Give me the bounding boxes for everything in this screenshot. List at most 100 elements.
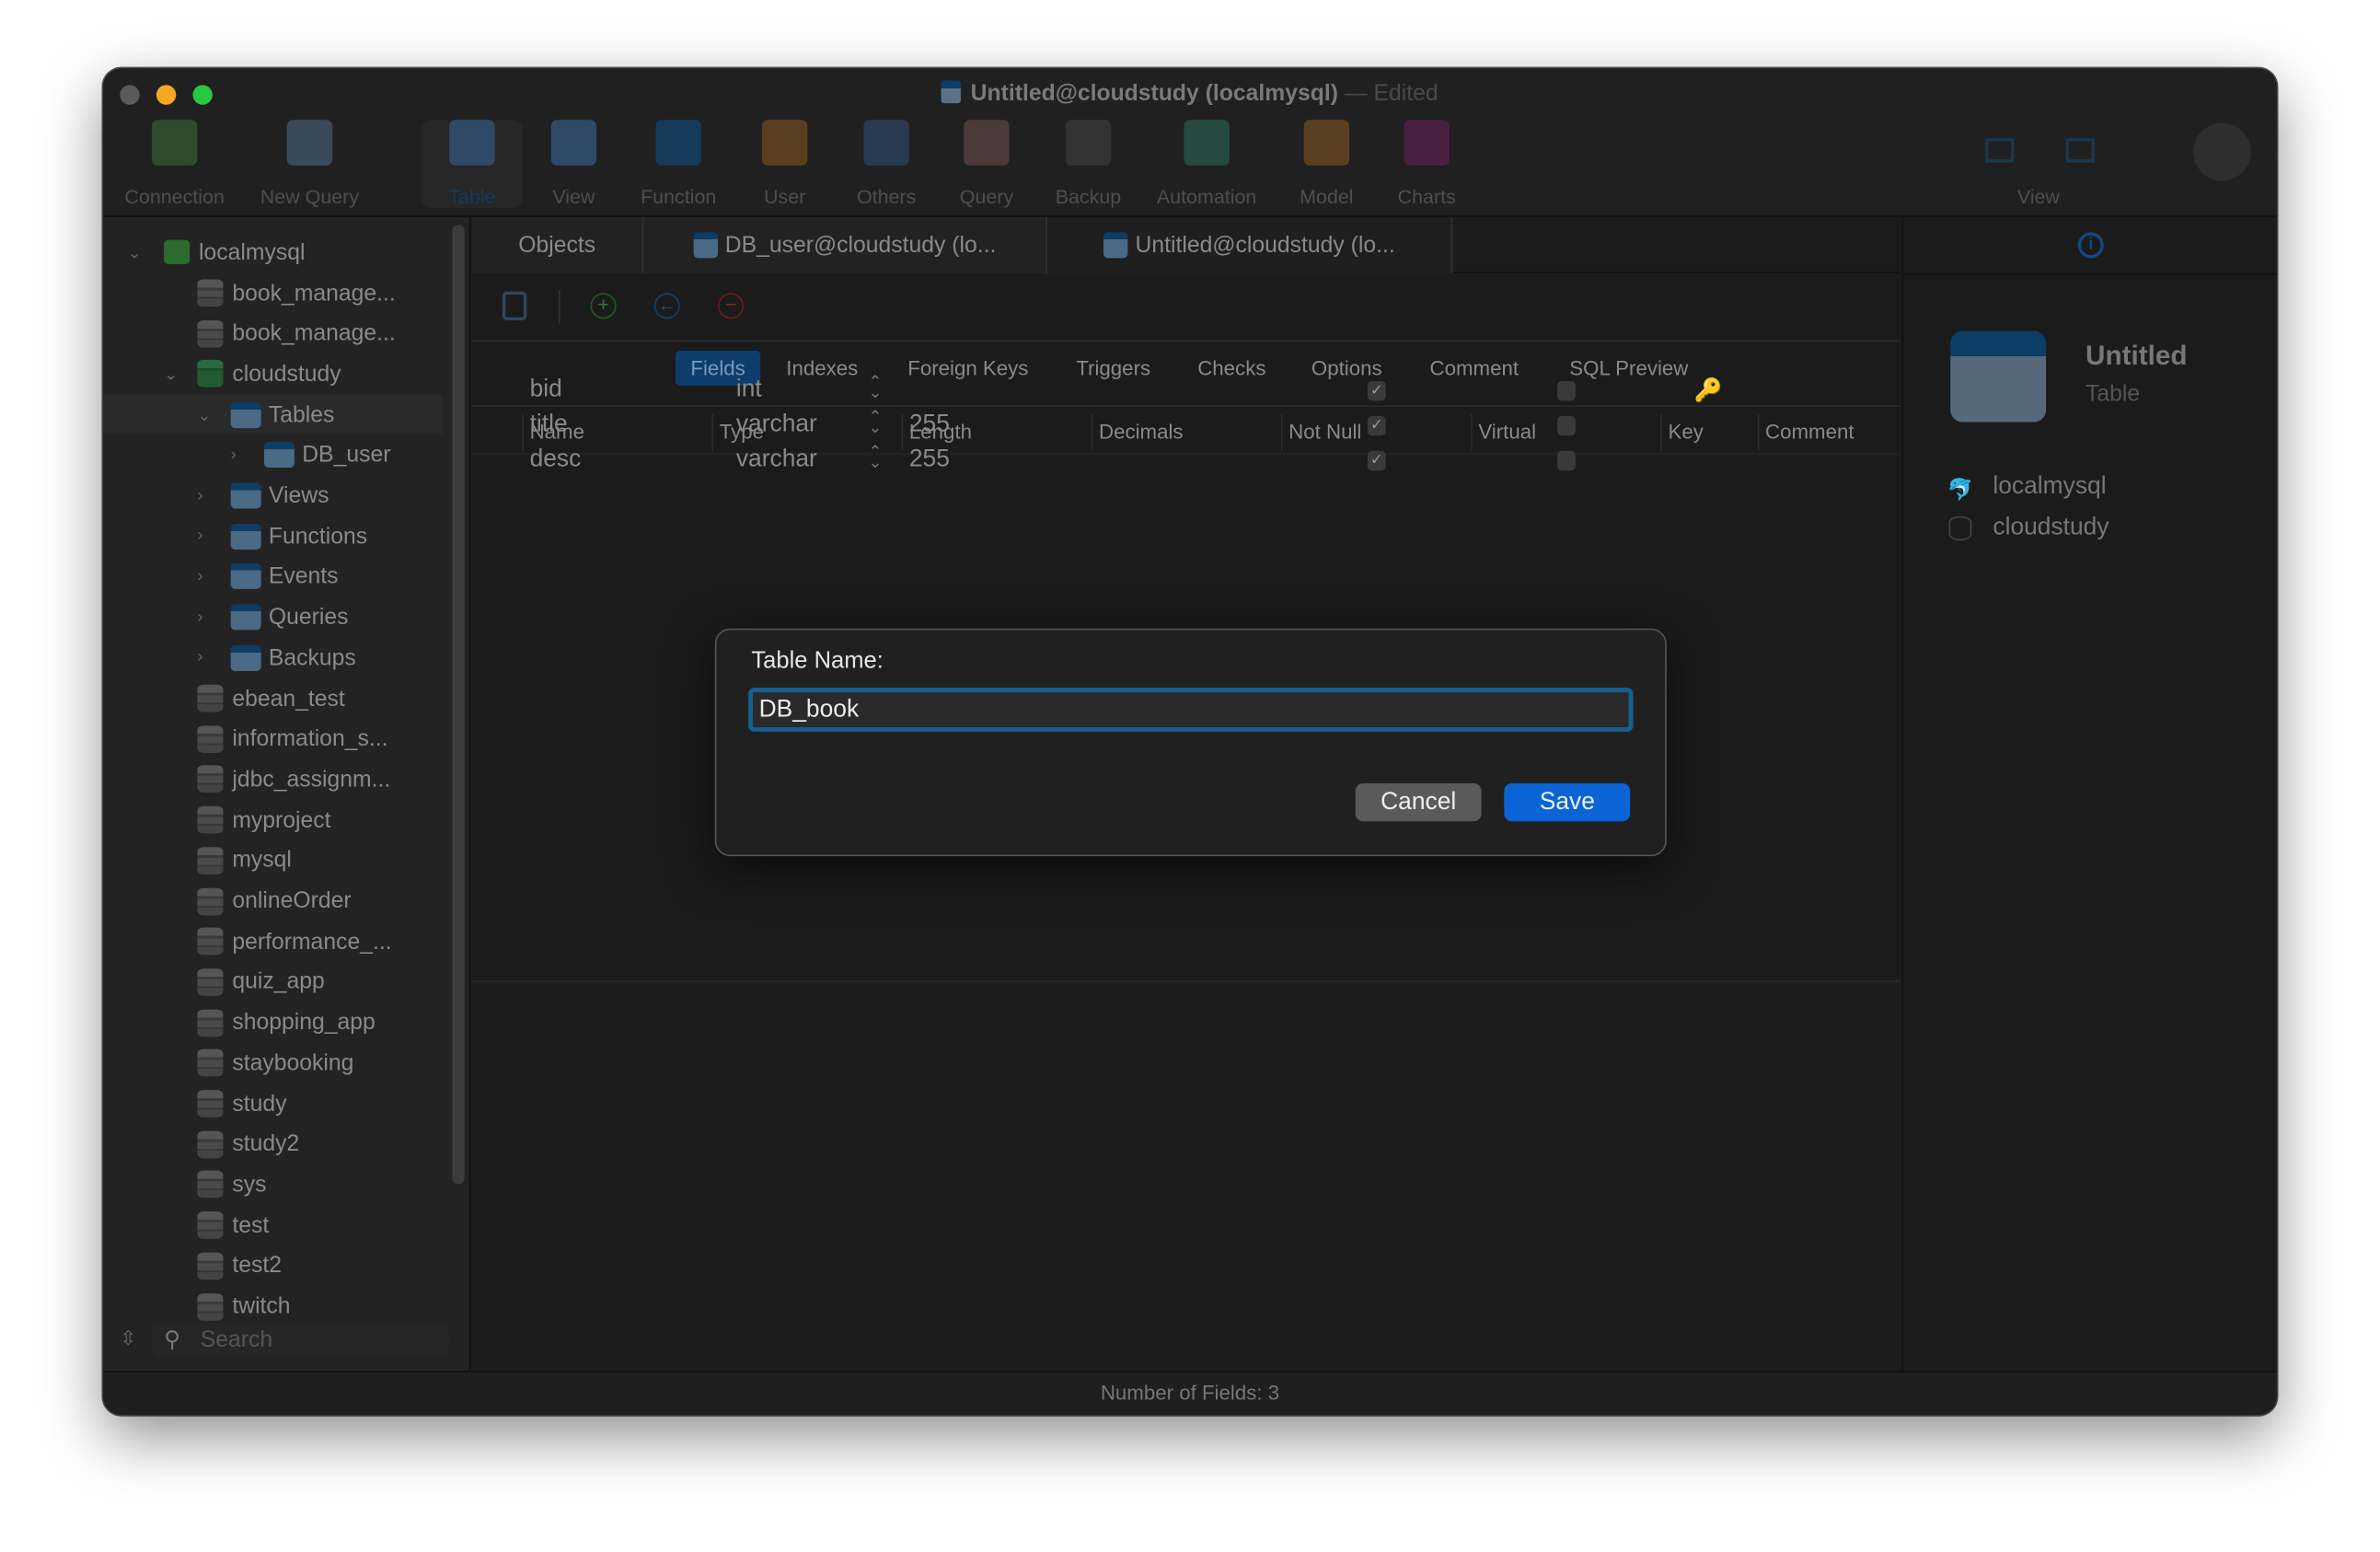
sidebar-scrollbar[interactable]	[452, 225, 465, 1185]
info-name: Untitled	[2085, 340, 2188, 371]
column-header-not-null[interactable]: Not Null	[1280, 414, 1361, 451]
tree-item[interactable]: myproject	[197, 802, 331, 839]
field-name[interactable]: bid	[530, 376, 562, 404]
tree-item[interactable]: onlineOrder	[197, 883, 352, 920]
column-header-comment[interactable]: Comment	[1757, 414, 1854, 451]
virtual-checkbox[interactable]	[1557, 380, 1576, 401]
tree-item[interactable]: shopping_app	[197, 1004, 375, 1041]
virtual-checkbox[interactable]	[1557, 415, 1576, 436]
tree-item[interactable]: › DB_user	[231, 437, 390, 474]
tree-item[interactable]: › Backups	[197, 640, 356, 677]
database-icon	[197, 927, 224, 956]
tree-item[interactable]: book_manage...	[197, 316, 396, 353]
field-name[interactable]: title	[530, 411, 568, 439]
right-sidebar-toggle-icon[interactable]	[2065, 138, 2095, 163]
tree-item[interactable]: performance_...	[197, 923, 392, 960]
save-button[interactable]: Save	[1504, 782, 1631, 822]
tree-item[interactable]: › Views	[197, 478, 329, 515]
tree-item[interactable]: test	[197, 1207, 269, 1244]
not-null-checkbox[interactable]: ✓	[1367, 450, 1386, 471]
tree-label: ebean_test	[232, 685, 345, 712]
tree-item[interactable]: ebean_test	[197, 680, 345, 717]
field-type[interactable]: varchar	[736, 411, 817, 439]
toolbar-connection-button[interactable]: Connection	[121, 120, 227, 208]
functions-icon	[230, 523, 261, 550]
subtab-indexes[interactable]: Indexes	[771, 351, 873, 386]
add-field-icon[interactable]: +	[590, 293, 617, 319]
column-header-decimals[interactable]: Decimals	[1091, 414, 1184, 451]
tree-item[interactable]: sys	[197, 1166, 266, 1203]
avatar-icon[interactable]	[2193, 122, 2251, 181]
toolbar-backup-button[interactable]: Backup	[1035, 120, 1141, 208]
not-null-checkbox[interactable]: ✓	[1367, 415, 1386, 436]
info-icon[interactable]: i	[2077, 232, 2104, 259]
left-sidebar-toggle-icon[interactable]	[1985, 138, 2015, 163]
tree-item[interactable]: jdbc_assignm...	[197, 761, 390, 798]
tree-item[interactable]: mysql	[197, 842, 292, 879]
tree-connection[interactable]: ⌄ localmysql	[121, 234, 306, 271]
database-icon	[197, 805, 224, 834]
tree-item[interactable]: › Functions	[197, 518, 367, 555]
field-name[interactable]: desc	[530, 446, 582, 474]
field-length[interactable]: 255	[909, 446, 950, 474]
toolbar-new-query-button[interactable]: New Query	[257, 120, 363, 208]
tree-item[interactable]: test2	[197, 1247, 282, 1284]
sidebar: ⌄ localmysql book_manage... book_manage... ⌄…	[103, 216, 471, 1372]
virtual-checkbox[interactable]	[1557, 450, 1576, 471]
tree-item[interactable]: quiz_app	[197, 964, 325, 1001]
tree-item[interactable]: information_s...	[197, 721, 387, 758]
toolbar-table-button[interactable]: Table	[419, 120, 525, 208]
toolbar-model-button[interactable]: Model	[1274, 120, 1380, 208]
backups-icon	[230, 644, 261, 671]
type-stepper-icon[interactable]: ⌃ ⌄	[868, 409, 882, 436]
others-icon	[863, 120, 909, 166]
database-icon	[197, 319, 224, 348]
toolbar-others-button[interactable]: Others	[833, 120, 939, 208]
tree-label: book_manage...	[232, 280, 396, 307]
tab-db-user[interactable]: DB_user@cloudstudy (lo...	[643, 216, 1047, 273]
tab-untitled[interactable]: Untitled@cloudstudy (lo...	[1046, 216, 1453, 273]
table-icon	[263, 442, 295, 469]
tree-item[interactable]: ⌄ cloudstudy	[164, 356, 341, 393]
toolbar-function-button[interactable]: Function	[625, 120, 731, 208]
tree-item[interactable]: ⌄ Tables	[103, 394, 444, 434]
field-type[interactable]: varchar	[736, 446, 817, 474]
tree-item[interactable]: book_manage...	[197, 275, 396, 312]
toolbar-view-button[interactable]: View	[521, 120, 627, 208]
subtab-triggers[interactable]: Triggers	[1061, 351, 1166, 386]
toolbar-automation-button[interactable]: Automation	[1153, 120, 1259, 208]
tab-objects[interactable]: Objects	[471, 216, 644, 273]
table-large-icon	[1950, 330, 2047, 423]
table-name-input[interactable]	[748, 688, 1634, 732]
tree-item[interactable]: › Events	[197, 559, 339, 596]
sort-icon[interactable]: ⇳	[120, 1326, 136, 1350]
type-stepper-icon[interactable]: ⌃ ⌄	[868, 444, 882, 471]
delete-field-icon[interactable]: −	[718, 293, 745, 319]
subtab-foreign-keys[interactable]: Foreign Keys	[893, 351, 1044, 386]
toolbar-user-button[interactable]: User	[732, 120, 838, 208]
subtab-checks[interactable]: Checks	[1183, 351, 1281, 386]
table-icon	[449, 120, 495, 166]
table-name-label: Table Name:	[751, 648, 884, 675]
search-input[interactable]: ⚲ Search	[151, 1324, 450, 1358]
cancel-button[interactable]: Cancel	[1355, 782, 1482, 822]
tree-item[interactable]: study	[197, 1085, 286, 1122]
subtab-comment[interactable]: Comment	[1415, 351, 1533, 386]
not-null-checkbox[interactable]: ✓	[1367, 380, 1386, 401]
subtab-sql-preview[interactable]: SQL Preview	[1554, 351, 1704, 386]
toolbar-charts-button[interactable]: Charts	[1374, 120, 1480, 208]
type-stepper-icon[interactable]: ⌃ ⌄	[868, 375, 882, 402]
column-header-key[interactable]: Key	[1660, 414, 1704, 451]
tree-item[interactable]: study2	[197, 1126, 299, 1163]
insert-field-icon[interactable]: ←	[653, 293, 680, 319]
primary-key-icon[interactable]: 🔑	[1694, 376, 1723, 404]
column-header-virtual[interactable]: Virtual	[1471, 414, 1536, 451]
field-length[interactable]: 255	[909, 411, 950, 439]
save-icon[interactable]	[502, 291, 527, 320]
tree-item[interactable]: › Queries	[197, 599, 349, 636]
tree-item[interactable]: staybooking	[197, 1045, 353, 1082]
field-type[interactable]: int	[736, 376, 762, 404]
toolbar-query-button[interactable]: Query	[933, 120, 1039, 208]
database-icon	[197, 1009, 224, 1037]
tree-item[interactable]: twitch	[197, 1288, 291, 1325]
